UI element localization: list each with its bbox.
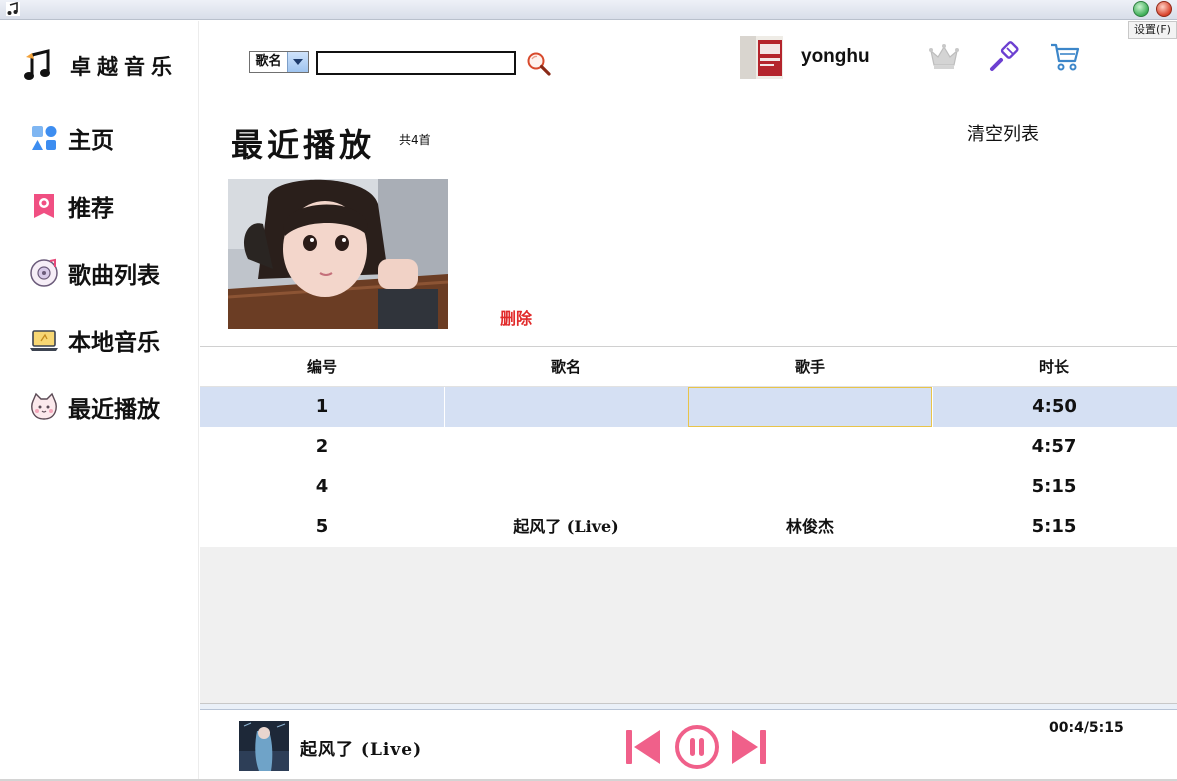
column-header-id[interactable]: 编号 (200, 347, 444, 386)
cell-duration[interactable]: 4:57 (932, 427, 1176, 467)
crown-icon[interactable] (927, 40, 961, 74)
sidebar: 卓越音乐 主页 推荐 歌曲列表 本地音乐 最近播放 (0, 21, 199, 781)
sidebar-item-label: 本地音乐 (68, 330, 160, 356)
table-row[interactable]: 4 5:15 (200, 467, 1177, 507)
cell-id[interactable]: 1 (200, 387, 444, 427)
app-logo: 卓越音乐 (22, 49, 178, 83)
cell-song-name[interactable]: 起风了 (Live) (444, 507, 688, 547)
cell-singer[interactable] (688, 387, 932, 427)
close-button[interactable] (1156, 1, 1172, 17)
window-title-bar (0, 0, 1177, 20)
cell-singer[interactable]: 林俊杰 (688, 507, 932, 547)
logo-text: 卓越音乐 (70, 54, 178, 79)
page-title: 最近播放 (231, 126, 376, 164)
app-music-icon (6, 2, 20, 16)
home-grid-icon (32, 126, 57, 150)
cell-duration[interactable]: 5:15 (932, 467, 1176, 507)
username[interactable]: yonghu (801, 46, 870, 68)
song-count: 共4首 (399, 133, 431, 147)
cell-song-name[interactable] (444, 387, 688, 427)
avatar[interactable] (740, 36, 783, 79)
sidebar-item-label: 歌曲列表 (68, 263, 160, 289)
recommend-bookmark-icon (34, 194, 54, 218)
playlist-cover-image (228, 179, 448, 329)
search-input[interactable] (316, 51, 516, 75)
table-row[interactable]: 2 4:57 (200, 427, 1177, 467)
cell-id[interactable]: 5 (200, 507, 444, 547)
sidebar-item-recommend[interactable]: 推荐 (28, 189, 114, 223)
sidebar-item-song-list[interactable]: 歌曲列表 (28, 256, 160, 290)
sidebar-item-label: 推荐 (68, 196, 114, 222)
cell-duration[interactable]: 5:15 (932, 507, 1176, 547)
recent-songs-table: 编号 歌名 歌手 时长 1 4:50 2 4:57 4 5:15 5 起风了 (… (200, 346, 1177, 704)
minimize-button[interactable] (1133, 1, 1149, 17)
search-icon[interactable] (525, 50, 553, 78)
chevron-down-icon[interactable] (287, 52, 308, 72)
sidebar-item-label: 主页 (68, 128, 114, 154)
music-disc-icon (30, 258, 58, 287)
cell-duration[interactable]: 4:50 (932, 387, 1176, 427)
playback-time: 00:4/5:15 (1049, 720, 1124, 736)
settings-menu[interactable]: 设置(F) (1128, 21, 1177, 39)
cell-singer[interactable] (688, 467, 932, 507)
music-note-logo-icon (24, 49, 50, 80)
delete-button[interactable]: 删除 (500, 305, 532, 329)
now-playing-title: 起风了 (Live) (300, 740, 423, 760)
cat-face-icon (31, 392, 57, 420)
cell-song-name[interactable] (444, 467, 688, 507)
search-type-dropdown[interactable]: 歌名 (249, 51, 309, 73)
column-header-duration[interactable]: 时长 (932, 347, 1176, 386)
table-header: 编号 歌名 歌手 时长 (200, 347, 1177, 387)
search-type-value: 歌名 (255, 54, 282, 69)
column-header-singer[interactable]: 歌手 (688, 347, 932, 386)
cell-song-name[interactable] (444, 427, 688, 467)
sidebar-item-home[interactable]: 主页 (28, 121, 114, 155)
horizontal-scrollbar[interactable] (200, 704, 1177, 710)
previous-track-icon[interactable] (625, 728, 661, 766)
table-row[interactable]: 5 起风了 (Live) 林俊杰 5:15 (200, 507, 1177, 547)
cell-singer[interactable] (688, 427, 932, 467)
avatar-image (740, 36, 783, 79)
brush-icon[interactable] (987, 40, 1021, 74)
sidebar-item-label: 最近播放 (68, 397, 160, 423)
cart-icon[interactable] (1048, 40, 1082, 74)
laptop-icon (30, 330, 58, 351)
table-row[interactable]: 1 4:50 (200, 387, 1177, 427)
next-track-icon[interactable] (731, 728, 767, 766)
now-playing-cover[interactable] (239, 721, 289, 771)
cell-id[interactable]: 4 (200, 467, 444, 507)
sidebar-item-recent[interactable]: 最近播放 (28, 390, 160, 424)
pause-icon[interactable] (673, 723, 721, 771)
cell-id[interactable]: 2 (200, 427, 444, 467)
sidebar-item-local-music[interactable]: 本地音乐 (28, 323, 160, 357)
clear-list-button[interactable]: 清空列表 (967, 120, 1039, 146)
column-header-song[interactable]: 歌名 (444, 347, 688, 386)
